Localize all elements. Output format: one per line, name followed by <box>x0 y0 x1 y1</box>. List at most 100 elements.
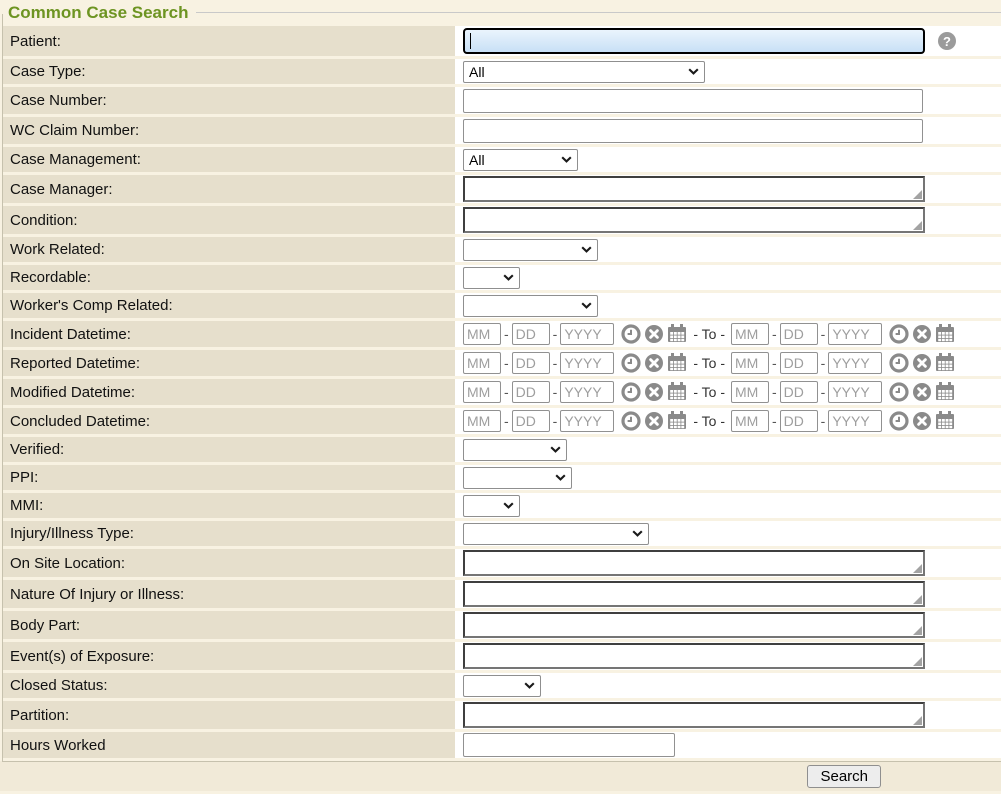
injury-illness-type-select[interactable] <box>463 523 649 545</box>
year-input[interactable] <box>828 352 882 374</box>
clear-date-icon[interactable] <box>912 324 932 344</box>
mmi-select[interactable] <box>463 495 520 517</box>
year-input[interactable] <box>560 352 614 374</box>
day-input[interactable] <box>780 352 818 374</box>
form-row-work-related: Work Related: <box>3 237 1001 262</box>
month-input[interactable] <box>463 381 501 403</box>
legend-divider <box>196 12 1001 13</box>
resize-grip[interactable] <box>913 716 922 725</box>
time-picker-icon[interactable] <box>621 382 641 402</box>
time-picker-icon[interactable] <box>889 353 909 373</box>
chevron-down-icon <box>581 302 592 309</box>
resize-grip[interactable] <box>913 221 922 230</box>
month-input[interactable] <box>731 381 769 403</box>
time-picker-icon[interactable] <box>889 411 909 431</box>
resize-grip[interactable] <box>913 657 922 666</box>
field-label: Injury/Illness Type: <box>3 521 455 546</box>
year-input[interactable] <box>828 381 882 403</box>
clear-date-icon[interactable] <box>912 353 932 373</box>
date-separator: - <box>821 413 826 429</box>
year-input[interactable] <box>560 381 614 403</box>
day-input[interactable] <box>512 410 550 432</box>
patient-input[interactable] <box>463 28 925 54</box>
month-input[interactable] <box>463 323 501 345</box>
partition-textarea[interactable] <box>463 702 925 728</box>
day-input[interactable] <box>780 323 818 345</box>
year-input[interactable] <box>828 410 882 432</box>
date-separator: - <box>821 355 826 371</box>
clear-date-icon[interactable] <box>644 324 664 344</box>
date-separator: - <box>821 326 826 342</box>
clear-date-icon[interactable] <box>912 382 932 402</box>
time-picker-icon[interactable] <box>621 353 641 373</box>
field-label: Nature Of Injury or Illness: <box>3 580 455 608</box>
recordable-select[interactable] <box>463 267 520 289</box>
resize-grip[interactable] <box>913 190 922 199</box>
date-separator: - <box>553 326 558 342</box>
nature-of-injury-textarea[interactable] <box>463 581 925 607</box>
hours-worked-input[interactable] <box>463 733 675 757</box>
workers-comp-related-select[interactable] <box>463 295 598 317</box>
resize-grip[interactable] <box>913 595 922 604</box>
page-title: Common Case Search <box>8 3 188 23</box>
case-management-select[interactable]: All <box>463 149 578 171</box>
field-label: Worker's Comp Related: <box>3 293 455 318</box>
calendar-icon[interactable] <box>935 382 955 402</box>
ppi-select[interactable] <box>463 467 572 489</box>
clear-date-icon[interactable] <box>644 382 664 402</box>
calendar-icon[interactable] <box>667 411 687 431</box>
field-label: Case Type: <box>3 59 455 84</box>
month-input[interactable] <box>463 410 501 432</box>
calendar-icon[interactable] <box>667 324 687 344</box>
calendar-icon[interactable] <box>935 411 955 431</box>
time-picker-icon[interactable] <box>621 411 641 431</box>
case-number-input[interactable] <box>463 89 923 113</box>
wc-claim-number-input[interactable] <box>463 119 923 143</box>
form-row-ppi: PPI: <box>3 465 1001 490</box>
clear-date-icon[interactable] <box>644 411 664 431</box>
on-site-location-textarea[interactable] <box>463 550 925 576</box>
work-related-select[interactable] <box>463 239 598 261</box>
day-input[interactable] <box>512 352 550 374</box>
date-separator: - <box>772 326 777 342</box>
clear-date-icon[interactable] <box>644 353 664 373</box>
events-of-exposure-textarea[interactable] <box>463 643 925 669</box>
calendar-icon[interactable] <box>667 382 687 402</box>
case-manager-textarea[interactable] <box>463 176 925 202</box>
time-picker-icon[interactable] <box>889 324 909 344</box>
help-icon[interactable]: ? <box>938 32 956 50</box>
year-input[interactable] <box>828 323 882 345</box>
text-caret <box>470 33 471 49</box>
resize-grip[interactable] <box>913 564 922 573</box>
date-separator: - <box>772 413 777 429</box>
month-input[interactable] <box>463 352 501 374</box>
year-input[interactable] <box>560 410 614 432</box>
to-label: - To - <box>693 326 725 342</box>
month-input[interactable] <box>731 323 769 345</box>
verified-select[interactable] <box>463 439 567 461</box>
field-label: Event(s) of Exposure: <box>3 642 455 670</box>
day-input[interactable] <box>780 410 818 432</box>
day-input[interactable] <box>512 381 550 403</box>
month-input[interactable] <box>731 352 769 374</box>
calendar-icon[interactable] <box>935 353 955 373</box>
search-button[interactable]: Search <box>807 765 881 788</box>
month-input[interactable] <box>731 410 769 432</box>
form-row-body-part: Body Part: <box>3 611 1001 639</box>
calendar-icon[interactable] <box>935 324 955 344</box>
modified-datetime-range: - - - To - - - <box>463 381 955 403</box>
condition-textarea[interactable] <box>463 207 925 233</box>
closed-status-select[interactable] <box>463 675 541 697</box>
day-input[interactable] <box>512 323 550 345</box>
form-row-closed-status: Closed Status: <box>3 673 1001 698</box>
clear-date-icon[interactable] <box>912 411 932 431</box>
time-picker-icon[interactable] <box>889 382 909 402</box>
calendar-icon[interactable] <box>667 353 687 373</box>
field-label: Body Part: <box>3 611 455 639</box>
day-input[interactable] <box>780 381 818 403</box>
body-part-textarea[interactable] <box>463 612 925 638</box>
time-picker-icon[interactable] <box>621 324 641 344</box>
case-type-select[interactable]: All <box>463 61 705 83</box>
year-input[interactable] <box>560 323 614 345</box>
resize-grip[interactable] <box>913 626 922 635</box>
